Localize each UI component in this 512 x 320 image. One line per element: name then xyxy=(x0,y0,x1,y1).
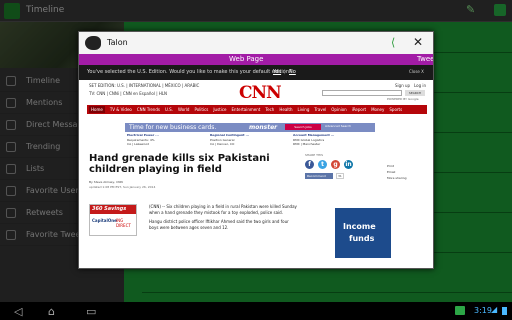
ad-job-detail: RMX Global Logistics xyxy=(293,137,325,142)
ad-banner-text: 360 Savings xyxy=(90,205,136,214)
article-paragraph: (CNN) -- Six children playing in a field… xyxy=(149,204,297,215)
facebook-icon[interactable]: f xyxy=(305,160,314,169)
cnn-search-button[interactable]: SEARCH xyxy=(405,90,425,96)
twitter-icon[interactable]: t xyxy=(318,160,327,169)
nav-item-living[interactable]: Living xyxy=(297,107,309,112)
system-nav-bar: ◁ ⌂ ▭ 3:19 ◢ xyxy=(0,302,512,320)
article-paragraph: Hangu district police officer Iftikhar A… xyxy=(149,219,289,230)
ad-line: Income xyxy=(343,222,376,231)
ad-job-listings: Electrical Power ... Requirements: 4% CA |… xyxy=(125,133,375,149)
recent-apps-icon[interactable]: ▭ xyxy=(86,305,96,318)
nav-item-world[interactable]: World xyxy=(178,107,189,112)
search-jobs-button[interactable]: Search Jobs xyxy=(285,124,321,130)
talon-logo-icon xyxy=(85,36,101,50)
share-box: SHARE THIS f t g in Recommend 31 xyxy=(303,153,373,203)
ad-headline: Time for new business cards. xyxy=(129,124,217,131)
web-page-view[interactable]: You've selected the U.S. Edition. Would … xyxy=(79,65,433,268)
ad-job-title: Electrical Power ... xyxy=(127,133,159,137)
tab-tweet[interactable]: Tweet xyxy=(417,55,433,63)
more-sharing-link[interactable]: More sharing xyxy=(387,175,427,181)
popup-tab-bar: Web Page Tweet xyxy=(79,54,433,65)
nav-item-home[interactable]: Home xyxy=(89,106,105,113)
recommend-count: 31 xyxy=(336,173,344,179)
cnn-header: SET EDITION: U.S. | INTERNATIONAL | MÉXI… xyxy=(87,80,427,104)
ad-job-location: CA | Lakewood xyxy=(127,142,150,146)
ad-job-detail: Requirements: 4% xyxy=(127,137,155,142)
talon-browser-popup: Talon ⟨ ✕ Web Page Tweet You've selected… xyxy=(78,31,434,269)
edition-banner: You've selected the U.S. Edition. Would … xyxy=(79,65,433,80)
google-plus-icon[interactable]: g xyxy=(331,160,340,169)
ad-job-location: CA | Denver, CO xyxy=(210,142,235,146)
nav-item-tv-video[interactable]: TV & Video xyxy=(110,107,132,112)
home-icon[interactable]: ⌂ xyxy=(48,305,55,318)
ad-line: funds xyxy=(349,234,375,243)
tv-links[interactable]: TV: CNN | CNNi | CNN en Español | HLN xyxy=(89,91,167,96)
cnn-page: SET EDITION: U.S. | INTERNATIONAL | MÉXI… xyxy=(87,80,427,268)
battery-icon xyxy=(502,307,507,315)
nav-item-us[interactable]: U.S. xyxy=(165,107,173,112)
edition-close-button[interactable]: Close X xyxy=(409,69,424,74)
edition-prompt: You've selected the U.S. Edition. Would … xyxy=(87,69,292,75)
nav-item-tech[interactable]: Tech xyxy=(265,107,274,112)
article-byline[interactable]: By Steve Almasy, CNN xyxy=(89,180,123,184)
edition-separator: | xyxy=(284,69,286,75)
ad-job-item[interactable]: Regional Contingent ... Position General C… xyxy=(208,133,291,149)
ad-job-item[interactable]: Electrical Power ... Requirements: 4% CA |… xyxy=(125,133,208,149)
nav-item-justice[interactable]: Justice xyxy=(213,107,226,112)
settings-icon[interactable]: ✕ xyxy=(413,35,423,49)
capital-one-ad[interactable]: 360 Savings CapitalOne ING DIRECT xyxy=(89,204,137,236)
nav-item-cnn-trends[interactable]: CNN Trends xyxy=(137,107,160,112)
article-headline: Hand grenade kills six Pakistani childre… xyxy=(89,153,270,175)
notification-icon[interactable] xyxy=(455,306,465,315)
share-label: SHARE THIS xyxy=(305,153,324,157)
nav-item-opinion[interactable]: Opinion xyxy=(331,107,346,112)
popup-header: Talon ⟨ ✕ xyxy=(79,32,433,54)
share-icon[interactable]: ⟨ xyxy=(391,36,395,49)
ad-tag: ING DIRECT xyxy=(116,218,131,228)
income-funds-ad[interactable]: Income funds xyxy=(335,208,391,258)
ad-job-title: Account Management ... xyxy=(293,133,335,137)
nav-item-sports[interactable]: Sports xyxy=(389,107,402,112)
monster-ad[interactable]: Time for new business cards. monster Sea… xyxy=(125,123,375,151)
back-icon[interactable]: ◁ xyxy=(14,305,22,318)
cnn-search-input[interactable] xyxy=(322,90,402,96)
nav-item-travel[interactable]: Travel xyxy=(314,107,326,112)
status-clock: 3:19 xyxy=(474,306,492,315)
advanced-search-link[interactable]: Advanced Search xyxy=(325,124,365,130)
ad-brand: CapitalOne xyxy=(92,218,117,223)
cnn-nav-bar: Home TV & Video CNN Trends U.S. World Po… xyxy=(87,105,427,114)
article-timestamp: updated 1:08 PM EST, Sun January 26, 201… xyxy=(89,185,156,189)
recommend-button[interactable]: Recommend xyxy=(305,173,333,179)
cnn-logo[interactable]: CNN xyxy=(239,83,282,103)
login-link[interactable]: Log in xyxy=(414,83,426,88)
wifi-icon: ◢ xyxy=(491,305,498,314)
nav-item-ireport[interactable]: iReport xyxy=(352,107,366,112)
ad-job-title: Regional Contingent ... xyxy=(210,133,250,137)
nav-item-health[interactable]: Health xyxy=(279,107,292,112)
edition-yes-link[interactable]: Yes xyxy=(273,69,281,75)
nav-item-money[interactable]: Money xyxy=(371,107,384,112)
linkedin-icon[interactable]: in xyxy=(344,160,353,169)
popup-title: Talon xyxy=(107,38,128,47)
signup-link[interactable]: Sign up xyxy=(395,83,410,88)
ad-job-location: RMX | Manchester xyxy=(293,142,321,146)
article-body: (CNN) -- Six children playing in a field… xyxy=(149,204,299,231)
ad-job-item[interactable]: Account Management ... RMX Global Logisti… xyxy=(291,133,374,149)
edition-no-link[interactable]: No xyxy=(289,69,296,75)
nav-item-entertainment[interactable]: Entertainment xyxy=(232,107,261,112)
article-tools: Print Email More sharing xyxy=(387,163,427,181)
ad-job-detail: Position General xyxy=(210,137,235,142)
edition-selector[interactable]: SET EDITION: U.S. | INTERNATIONAL | MÉXI… xyxy=(89,83,199,88)
ad-brand: monster xyxy=(249,124,278,131)
powered-by-label: POWERED BY Google xyxy=(387,97,419,101)
nav-item-politics[interactable]: Politics xyxy=(194,107,208,112)
tab-web-page[interactable]: Web Page xyxy=(229,55,263,63)
